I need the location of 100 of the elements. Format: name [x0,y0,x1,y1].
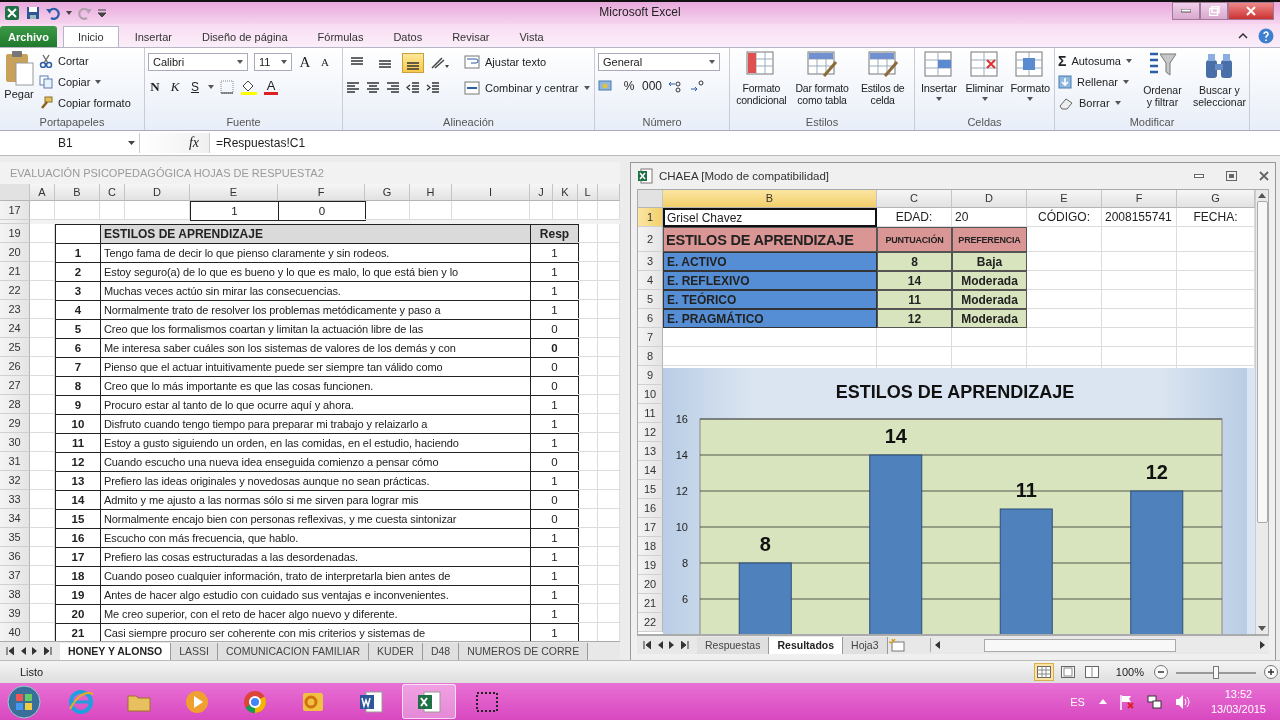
column-header[interactable]: F [1102,190,1177,208]
row-header[interactable]: 30 [0,433,30,452]
sheet-tab[interactable]: LASSI [171,642,218,660]
row-header[interactable]: 39 [0,604,30,623]
find-select-button[interactable]: Buscar y seleccionar [1192,50,1246,109]
column-header[interactable]: E [190,184,278,201]
column-header[interactable]: B [55,184,100,201]
scroll-right-icon[interactable] [1260,641,1265,649]
sheet-tab[interactable]: D48 [422,642,460,660]
row-header[interactable]: 11 [638,404,663,423]
row-header[interactable]: 27 [0,376,30,395]
volume-icon[interactable] [1174,693,1191,710]
column-header[interactable]: G [1177,190,1255,208]
caret-icon[interactable] [66,11,72,15]
autosum-button[interactable]: Σ Autosuma [1058,52,1132,70]
vertical-scrollbar[interactable] [1255,190,1268,634]
conditional-format-button[interactable]: Formato condicional [733,50,790,107]
column-header[interactable]: K [553,184,578,201]
format-cells-button[interactable]: Formato [1009,50,1051,101]
font-name-field[interactable]: Calibri [148,53,248,71]
fill-button[interactable]: Rellenar [1058,73,1132,91]
column-header[interactable]: C [877,190,952,208]
row-header[interactable]: 1 [638,208,663,227]
column-header[interactable]: A [30,184,55,201]
bold-button[interactable]: N [148,79,162,95]
ribbon-tab[interactable]: Insertar [120,26,186,47]
row-header[interactable]: 15 [638,480,663,499]
row-header[interactable]: 21 [638,594,663,613]
sheet-tab[interactable]: HONEY Y ALONSO [60,642,172,660]
scroll-left-icon[interactable] [935,641,940,649]
first-sheet-icon[interactable] [6,647,14,655]
ribbon-tab[interactable]: Datos [379,26,437,47]
row-header[interactable]: 32 [0,471,30,490]
scroll-up-icon[interactable] [1258,193,1266,198]
font-size-field[interactable]: 11 [254,53,292,71]
sheet-tab[interactable]: Hoja3 [843,636,888,654]
new-sheet-icon[interactable] [887,638,906,652]
underline-button[interactable]: S [188,80,202,94]
row-header[interactable]: 14 [638,461,663,480]
row-header[interactable]: 3 [638,252,663,271]
row-header[interactable]: 35 [0,528,30,547]
increase-indent-icon[interactable] [426,81,440,95]
row-header[interactable]: 25 [0,338,30,357]
previous-sheet-icon[interactable] [20,647,26,655]
orientation-icon[interactable] [430,56,450,70]
ribbon-tab[interactable]: Diseño de página [187,26,302,47]
flag-icon[interactable] [1118,693,1135,710]
align-right-icon[interactable] [386,81,400,95]
row-header[interactable]: 17 [0,201,30,220]
row-header[interactable]: 12 [638,423,663,442]
sort-filter-button[interactable]: Ordenar y filtrar [1135,50,1189,109]
next-sheet-icon[interactable] [669,641,675,649]
formula-field[interactable]: =Respuestas!C1 [210,136,306,150]
row-header[interactable]: 8 [638,347,663,366]
row-header[interactable]: 5 [638,290,663,309]
sheet-tab[interactable]: Respuestas [697,636,770,654]
number-format-field[interactable]: General [598,53,720,71]
row-header[interactable]: 28 [0,395,30,414]
minimize-icon[interactable] [1194,174,1204,178]
row-header[interactable]: 36 [0,547,30,566]
next-sheet-icon[interactable] [32,647,38,655]
collapse-ribbon-icon[interactable] [1238,32,1248,39]
fill-color-icon[interactable] [240,79,258,95]
clear-button[interactable]: Borrar [1058,94,1132,112]
row-header[interactable]: 18 [638,537,663,556]
column-header[interactable]: E [1027,190,1102,208]
sheet-tab[interactable]: COMUNICACION FAMILIAR [217,642,370,660]
column-header[interactable]: I [452,184,530,201]
sheet-tab[interactable]: Resultados [769,636,844,654]
decrease-indent-icon[interactable] [406,81,420,95]
show-hidden-icons-icon[interactable] [1098,699,1107,704]
first-sheet-icon[interactable] [643,641,651,649]
row-header[interactable]: 4 [638,271,663,290]
restore-button[interactable] [1200,2,1228,20]
row-header[interactable]: 2 [638,227,663,252]
caret-icon[interactable] [208,85,214,89]
row-header[interactable]: 20 [0,243,30,262]
merge-center-button[interactable]: Combinar y centrar [464,79,590,97]
minimize-button[interactable] [1172,2,1200,20]
format-table-button[interactable]: Dar formato como tabla [793,50,851,107]
column-header[interactable]: G [365,184,410,201]
row-header[interactable]: 9 [638,366,663,385]
row-header[interactable]: 29 [0,414,30,433]
close-icon[interactable] [1259,171,1269,181]
align-center-icon[interactable] [366,81,380,95]
sheet-tab[interactable]: NUMEROS DE CORRE [459,642,589,660]
row-header[interactable]: 7 [638,328,663,347]
restore-icon[interactable] [1226,171,1237,181]
row-header[interactable]: 10 [638,385,663,404]
row-header[interactable]: 40 [0,623,30,641]
start-button[interactable] [6,683,42,720]
column-header[interactable]: C [100,184,125,201]
ribbon-tab[interactable]: Revisar [438,26,504,47]
save-icon[interactable] [26,6,40,20]
column-header[interactable]: J [530,184,553,201]
row-header[interactable]: 38 [0,585,30,604]
format-painter-button[interactable]: Copiar formato [39,94,131,112]
row-header[interactable]: 26 [0,357,30,376]
copy-button[interactable]: Copiar [39,73,131,91]
scroll-down-icon[interactable] [1258,626,1266,631]
